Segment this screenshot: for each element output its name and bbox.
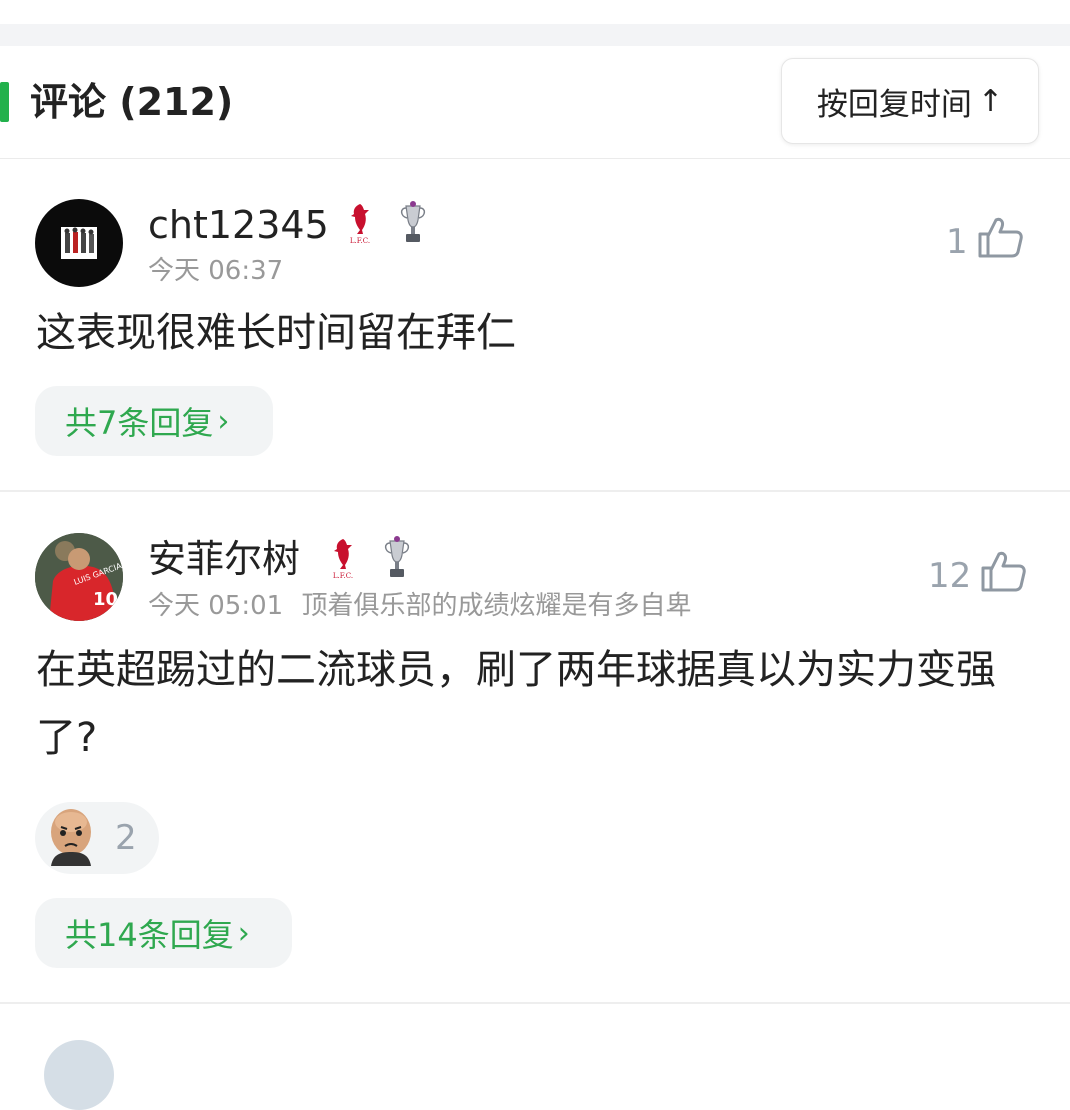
comments-title: 评论 (212) [30, 80, 234, 124]
bald-face-emoji-icon [39, 802, 103, 875]
like-button[interactable]: 1 [946, 214, 1024, 269]
comment-text: 在英超踢过的二流球员，刷了两年球据真以为实力变强了? [36, 647, 996, 761]
svg-text:L.F.C.: L.F.C. [333, 572, 353, 580]
reaction-count: 2 [115, 818, 137, 858]
comment-time: 今天 05:01 [148, 591, 284, 621]
comment-text: 这表现很难长时间留在拜仁 [36, 310, 516, 356]
comments-header: 评论 (212) 按回复时间 ↑ [0, 0, 1070, 159]
comment-divider [0, 490, 1070, 492]
sort-button[interactable]: 按回复时间 ↑ [781, 58, 1039, 144]
user-signature: 顶着俱乐部的成绩炫耀是有多自卑 [301, 591, 692, 621]
svg-text:10: 10 [93, 589, 118, 610]
username[interactable]: 安菲尔树 [148, 536, 300, 582]
lfc-liver-bird-icon: L.F.C. [345, 200, 375, 250]
view-replies-button[interactable]: 共14条回复 › [35, 898, 292, 968]
comment-time: 今天 06:37 [148, 256, 284, 286]
premier-league-trophy-icon [396, 200, 430, 250]
chevron-right-icon: › [217, 403, 230, 439]
header-accent-bar [0, 82, 9, 122]
like-count: 12 [928, 555, 972, 596]
chevron-right-icon: › [237, 915, 250, 951]
comment-divider [0, 1002, 1070, 1004]
sort-arrow-icon: ↑ [977, 83, 1004, 119]
replies-label: 共14条回复 [65, 916, 234, 954]
thumbs-up-icon [979, 548, 1027, 603]
premier-league-trophy-icon [380, 535, 414, 585]
svg-text:L.F.C.: L.F.C. [350, 237, 370, 245]
avatar[interactable]: 10 LUIS GARCIA [35, 533, 123, 621]
reaction-chip[interactable]: 2 [35, 802, 159, 874]
avatar[interactable] [35, 199, 123, 287]
thumbs-up-icon [976, 214, 1024, 269]
view-replies-button[interactable]: 共7条回复 › [35, 386, 273, 456]
avatar[interactable] [44, 1040, 114, 1110]
comment-meta: 今天 05:01 顶着俱乐部的成绩炫耀是有多自卑 [148, 590, 691, 622]
like-button[interactable]: 12 [928, 548, 1027, 603]
lfc-liver-bird-icon: L.F.C. [328, 535, 358, 585]
replies-label: 共7条回复 [65, 404, 214, 442]
like-count: 1 [946, 221, 968, 262]
username[interactable]: cht12345 [148, 202, 329, 248]
sort-button-label: 按回复时间 [816, 86, 972, 123]
